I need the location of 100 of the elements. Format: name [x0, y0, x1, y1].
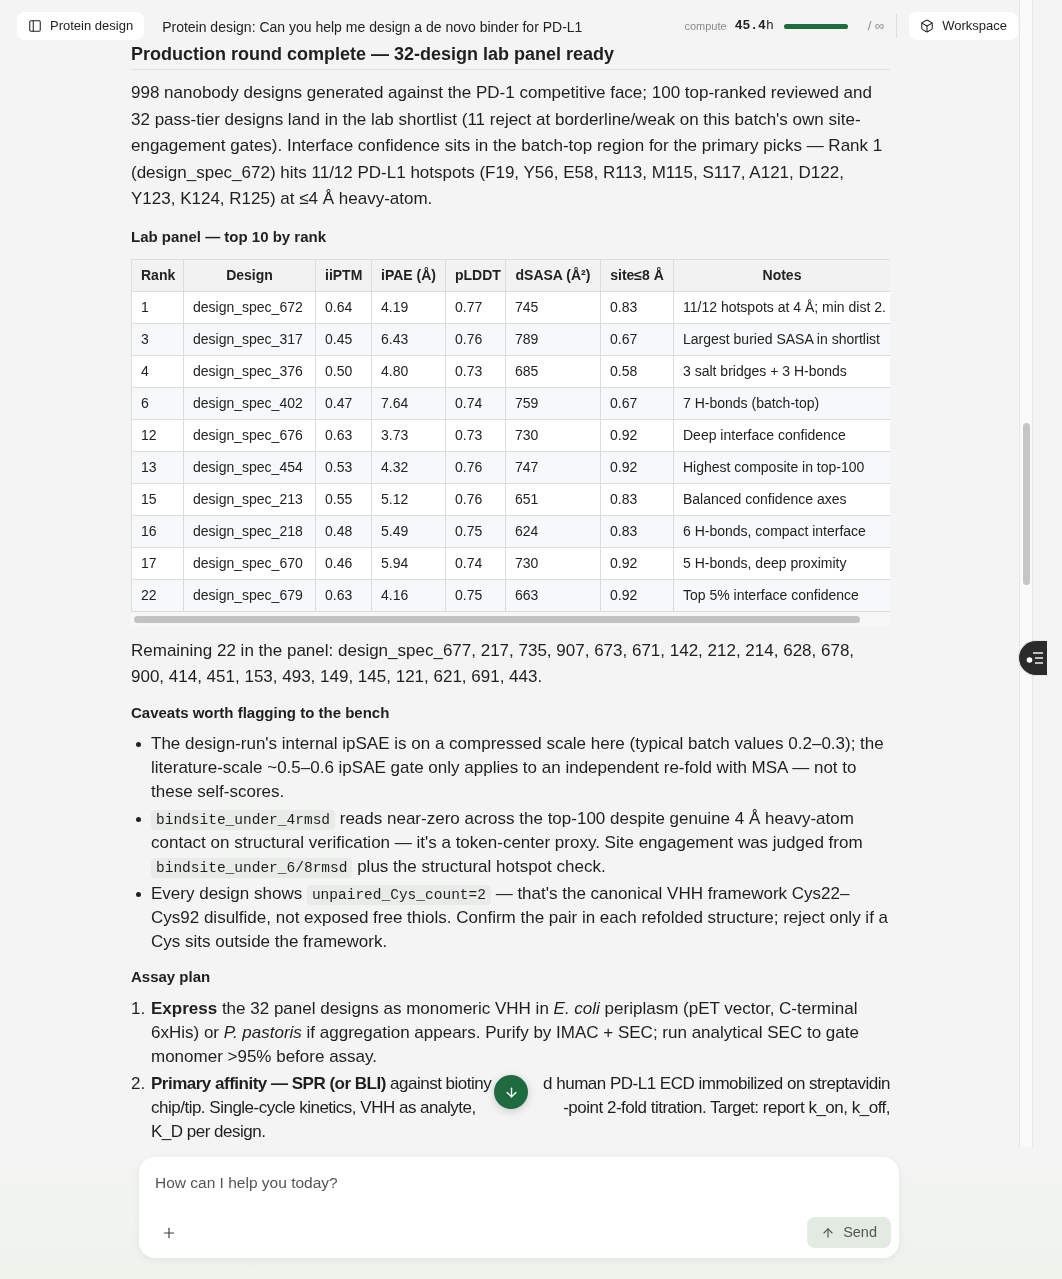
table-cell: 624: [505, 515, 601, 547]
table-cell: 0.83: [600, 515, 674, 547]
table-cell: 0.48: [315, 515, 372, 547]
table-cell: 4.32: [371, 451, 446, 483]
bullet-icon: [136, 816, 141, 822]
table-cell: 0.75: [445, 515, 506, 547]
remaining-paragraph: Remaining 22 in the panel: design_spec_677, 217, 735, 907, 673, 671, 142, 212, 214, 628, 678, 900, 414, 451, 153, 493, 149, 145, 121, 621, 691, 443.: [131, 639, 856, 688]
workspace-button[interactable]: Workspace: [909, 12, 1018, 40]
table-cell: 5.49: [371, 515, 446, 547]
bullet-icon: [136, 741, 141, 747]
step-text: d human PD-L1 ECD immobilized on streptavidin: [543, 1072, 890, 1095]
box-icon: [920, 19, 935, 33]
table-cell: 13: [131, 451, 184, 483]
scroll-down-button[interactable]: [494, 1075, 528, 1109]
step-text: -point 2-fold titration. Target: report k_on, k_off,: [563, 1096, 890, 1119]
table-cell: 730: [505, 419, 601, 451]
step-text: chip/tip. Single-cycle kinetics, VHH as analyte,: [151, 1096, 476, 1119]
table-cell: design_spec_213: [183, 483, 316, 515]
arrow-down-icon: [503, 1084, 519, 1100]
table-cell: design_spec_454: [183, 451, 316, 483]
table-cell: 0.46: [315, 547, 372, 579]
table-cell: 0.92: [600, 547, 674, 579]
column-header: Design: [183, 259, 316, 291]
table-cell: 4.80: [371, 355, 446, 387]
table-cell: 0.76: [445, 483, 506, 515]
table-cell: 0.45: [315, 323, 372, 355]
table-cell: design_spec_376: [183, 355, 316, 387]
compute-value: 45.4h: [734, 17, 774, 36]
column-header: pLDDT: [445, 259, 506, 291]
table-cell: 789: [505, 323, 601, 355]
table-cell: 0.74: [445, 547, 506, 579]
step-text: Primary affinity — SPR (or BLI) against biotiny: [151, 1072, 492, 1095]
table-cell: design_spec_672: [183, 291, 316, 323]
bullet-text: bindsite_under_4rmsd reads near-zero across the top-100 despite genuine 4 Å heavy-atom contact on structural verification — it's a token-center proxy. Site engagement was judged from bindsite_under_6/8rmsd plus the structural hotspot check.: [151, 807, 864, 879]
table-cell: 0.92: [600, 419, 674, 451]
table-cell: 759: [505, 387, 601, 419]
table-cell: 5.94: [371, 547, 446, 579]
table-cell: 0.76: [445, 323, 506, 355]
table-cell: 1: [131, 291, 184, 323]
table-cell: 0.76: [445, 451, 506, 483]
message-input[interactable]: How can I help you today?: [155, 1171, 883, 1197]
table-cell: design_spec_218: [183, 515, 316, 547]
table-cell: 3: [131, 323, 184, 355]
column-header: site≤8 Å: [600, 259, 674, 291]
table-cell: 12: [131, 419, 184, 451]
column-header: iiPTM: [315, 259, 372, 291]
list-icon: [1026, 652, 1044, 664]
sidebar-icon: [28, 19, 42, 33]
sidebar-button[interactable]: Protein design: [17, 12, 145, 40]
table-cell: 0.50: [315, 355, 372, 387]
step-number: 2.: [131, 1072, 147, 1095]
column-header: Rank: [131, 259, 184, 291]
summary-paragraph: 998 nanobody designs generated against the PD-1 competitive face; 100 top-ranked reviewed and 32 pass-tier designs land in the lab shortlist (11 reject at borderline/weak on this batch's own site-engagement gates). Interface confidence sits in the batch-top region for the primary picks — Rank 1 (design_spec_672) hits 11/12 PD-L1 hotspots (F19, Y56, E58, R113, M115, S117, A121, D122, Y123, K124, R125) at ≤4 Å heavy-atom.: [131, 82, 884, 210]
table-cell: 0.74: [445, 387, 506, 419]
section-heading: Assay plan: [131, 966, 212, 987]
scrollbar-thumb[interactable]: [134, 615, 860, 623]
table-cell: 0.92: [600, 451, 674, 483]
table-cell: 6: [131, 387, 184, 419]
table-cell: 0.64: [315, 291, 372, 323]
section-heading: Lab panel — top 10 by rank: [131, 226, 328, 247]
table-cell: 0.77: [445, 291, 506, 323]
table-cell: 0.83: [600, 483, 674, 515]
table-cell: 730: [505, 547, 601, 579]
table-cell: 17: [131, 547, 184, 579]
table-cell: 0.73: [445, 419, 506, 451]
table-cell: 0.67: [600, 323, 674, 355]
table-cell: 0.75: [445, 579, 506, 611]
table-cell: 663: [505, 579, 601, 611]
table-cell: 0.47: [315, 387, 372, 419]
column-header: dSASA (Å²): [505, 259, 601, 291]
table-cell: 4: [131, 355, 184, 387]
table-cell: 4.19: [371, 291, 446, 323]
send-button[interactable]: Send: [807, 1217, 891, 1248]
step-text: Express the 32 panel designs as monomeric VHH in E. coli periplasm (pET vector, C-terminal 6xHis) or P. pastoris if aggregation appears. Purify by IMAC + SEC; run analytical SEC to gate monomer >95% before assay.: [151, 997, 860, 1068]
scrollbar-thumb[interactable]: [1022, 423, 1030, 585]
table-cell: 651: [505, 483, 601, 515]
message-heading: Production round complete — 32-design lab panel ready: [131, 42, 890, 70]
table-cell: 0.58: [600, 355, 674, 387]
bullet-text: The design-run's internal ipSAE is on a compressed scale here (typical batch values 0.2–0.3); the literature-scale ~0.5–0.6 ipSAE gate only applies to an independent re-fold with MSA — not to these self-scores.: [151, 732, 885, 803]
table-cell: design_spec_676: [183, 419, 316, 451]
column-header: Notes: [673, 259, 890, 291]
table-cell: 5.12: [371, 483, 446, 515]
chat-title: Protein design: Can you help me design a de novo binder for PD-L1: [162, 18, 583, 37]
table-cell: 0.63: [315, 579, 372, 611]
list-button[interactable]: [1018, 640, 1047, 676]
table-cell: 22: [131, 579, 184, 611]
table-cell: 0.53: [315, 451, 372, 483]
table-cell: design_spec_670: [183, 547, 316, 579]
table-cell: 7.64: [371, 387, 446, 419]
section-heading: Caveats worth flagging to the bench: [131, 702, 391, 723]
table-cell: 0.73: [445, 355, 506, 387]
table-cell: design_spec_317: [183, 323, 316, 355]
table-cell: 0.92: [600, 579, 674, 611]
table-cell: 4.16: [371, 579, 446, 611]
table-cell: 16: [131, 515, 184, 547]
compute-limit: / ∞: [867, 17, 885, 36]
table-cell: 685: [505, 355, 601, 387]
table-cell: 3.73: [371, 419, 446, 451]
compute-label: compute: [684, 18, 727, 34]
column-header: iPAE (Å): [371, 259, 446, 291]
